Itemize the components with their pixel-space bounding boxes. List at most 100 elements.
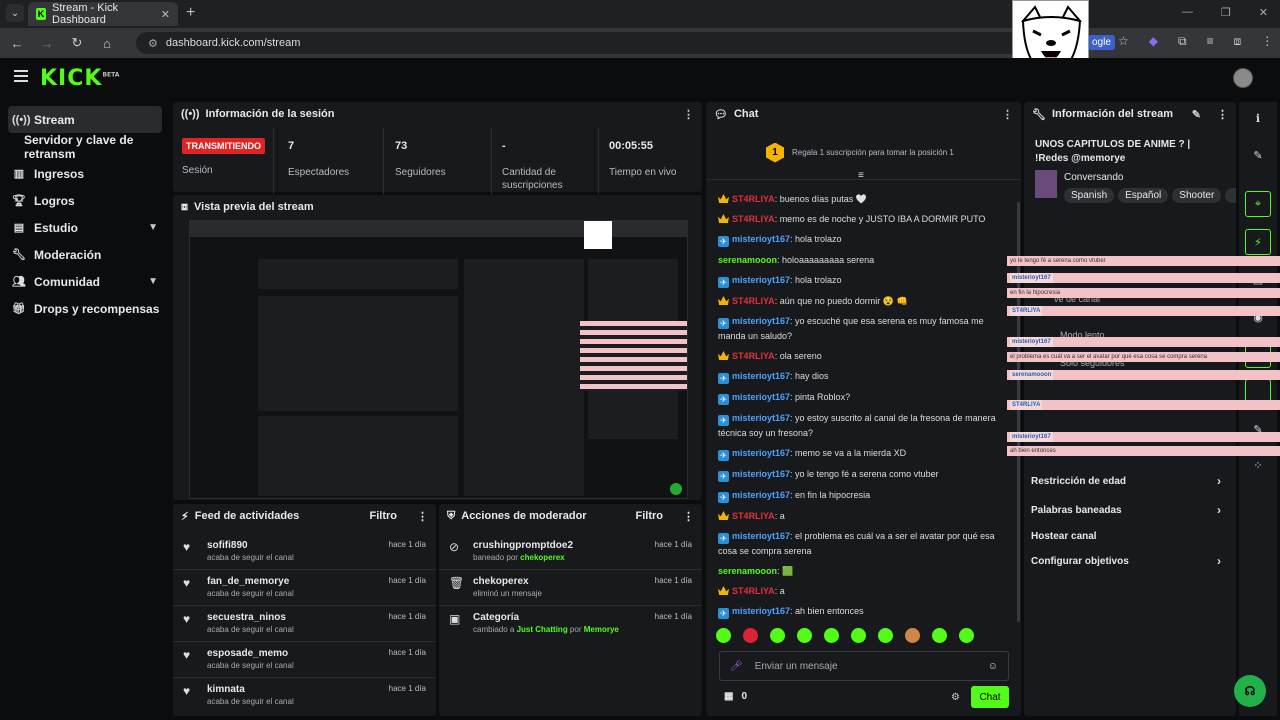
- sidebar-item-stream[interactable]: ((•)) Stream: [8, 106, 162, 133]
- extension-icon[interactable]: ◆: [1149, 34, 1158, 49]
- chat-input[interactable]: 🎤︎ Enviar un mensaje ☺: [719, 651, 1009, 681]
- chat-username[interactable]: misterioyt167: [732, 275, 790, 285]
- feed-header: ⚡︎ Feed de actividades Filtro ⋮: [173, 504, 436, 528]
- more-options-icon[interactable]: ⋮: [683, 108, 694, 121]
- more-options-icon[interactable]: ⋮: [1217, 108, 1228, 121]
- clip-icon[interactable]: ⌖: [1245, 191, 1271, 217]
- lightning-icon[interactable]: ⚡︎: [1245, 229, 1271, 255]
- chat-username[interactable]: ST4RLIYA: [732, 194, 775, 204]
- avatar[interactable]: [1233, 68, 1253, 88]
- emote-icon[interactable]: [959, 628, 974, 643]
- chat-username[interactable]: serenamooon: [718, 255, 777, 265]
- extension-chip[interactable]: ogle: [1088, 35, 1115, 50]
- kick-logo[interactable]: KICKBETA: [40, 66, 119, 91]
- edit-icon[interactable]: ✎: [1192, 108, 1201, 121]
- minimize-icon[interactable]: —: [1182, 6, 1193, 19]
- chat-username[interactable]: ST4RLIYA: [732, 586, 775, 596]
- emoji-icon[interactable]: ☺: [988, 661, 998, 672]
- send-chat-button[interactable]: Chat: [971, 686, 1009, 708]
- more-options-icon[interactable]: ⋮: [1002, 108, 1013, 121]
- reload-icon[interactable]: ↻: [70, 35, 84, 51]
- feed-username[interactable]: kimnata: [207, 684, 294, 695]
- emote-icon[interactable]: [797, 628, 812, 643]
- mod-category-value[interactable]: Just Chatting: [517, 625, 568, 634]
- url-field[interactable]: ⚙ dashboard.kick.com/stream: [136, 32, 1036, 54]
- sidebar-item-comunidad[interactable]: 👥︎ Comunidad ▼: [0, 268, 170, 295]
- hamburger-menu-icon[interactable]: [14, 70, 28, 82]
- chat-message: ✈ misterioyt167: el problema es cuál va a…: [706, 529, 1011, 558]
- chat-username[interactable]: misterioyt167: [732, 392, 790, 402]
- back-icon[interactable]: ←: [10, 36, 24, 51]
- emote-icon[interactable]: [770, 628, 785, 643]
- chat-username[interactable]: misterioyt167: [732, 490, 790, 500]
- settings-icon[interactable]: ⚙: [951, 692, 960, 703]
- new-tab-button[interactable]: +: [186, 4, 195, 22]
- sidebar-item-server-key[interactable]: Servidor y clave de retransm: [0, 133, 170, 161]
- filter-button[interactable]: Filtro: [636, 510, 664, 522]
- feed-list: ♥ sofifi890 acaba de seguir el canal hace 1…: [173, 534, 436, 714]
- sidebar-item-estudio[interactable]: ▤ Estudio ▼: [0, 214, 170, 241]
- chat-username[interactable]: misterioyt167: [732, 316, 790, 326]
- bookmark-star-icon[interactable]: ☆: [1118, 34, 1129, 49]
- menu-goals[interactable]: Configurar objetivos ›: [1031, 554, 1221, 568]
- reading-list-icon[interactable]: ≡: [1207, 34, 1214, 49]
- menu-icon[interactable]: ⋮: [1261, 34, 1273, 49]
- emote-icon[interactable]: [905, 628, 920, 643]
- home-icon[interactable]: ⌂: [100, 36, 114, 51]
- more-options-icon[interactable]: ⋮: [417, 510, 428, 523]
- more-options-icon[interactable]: ⋮: [683, 510, 694, 523]
- mod-username[interactable]: crushingpromptdoe2: [473, 540, 573, 551]
- emote-icon[interactable]: [851, 628, 866, 643]
- chat-username[interactable]: ST4RLIYA: [732, 214, 775, 224]
- support-chat-icon[interactable]: ☊: [1234, 675, 1266, 707]
- feed-username[interactable]: fan_de_memorye: [207, 576, 294, 587]
- forward-icon[interactable]: →: [40, 36, 54, 51]
- channel-points[interactable]: ▦ 0: [724, 691, 747, 702]
- emote-icon[interactable]: [932, 628, 947, 643]
- mod-by[interactable]: Memorye: [584, 625, 619, 634]
- pinned-toggle-icon[interactable]: ≡: [858, 170, 864, 181]
- microphone-icon[interactable]: 🎤︎: [730, 661, 743, 672]
- close-window-icon[interactable]: ✕: [1259, 6, 1268, 19]
- chat-username[interactable]: serenamooon: [718, 566, 777, 576]
- sidebar-item-logros[interactable]: 🏆︎ Logros: [0, 187, 170, 214]
- site-info-icon[interactable]: ⚙: [148, 37, 158, 50]
- chat-username[interactable]: misterioyt167: [732, 469, 790, 479]
- close-tab-icon[interactable]: ✕: [161, 8, 170, 21]
- tab-search-button[interactable]: ⌄: [6, 4, 24, 22]
- filter-button[interactable]: Filtro: [370, 510, 398, 522]
- chat-username[interactable]: misterioyt167: [732, 531, 790, 541]
- emote-icon[interactable]: [743, 628, 758, 643]
- menu-banned-words[interactable]: Palabras baneadas ›: [1031, 503, 1221, 517]
- browser-tab[interactable]: K Stream - Kick Dashboard ✕: [28, 2, 178, 26]
- sidebar-item-moderacion[interactable]: 🔧︎ Moderación: [0, 241, 170, 268]
- pencil-icon[interactable]: ✎: [1245, 142, 1271, 168]
- profile-icon[interactable]: ⧈: [1234, 34, 1242, 49]
- chat-username[interactable]: misterioyt167: [732, 413, 790, 423]
- info-icon[interactable]: ℹ: [1245, 105, 1271, 131]
- chat-username[interactable]: ST4RLIYA: [732, 296, 775, 306]
- menu-host-channel[interactable]: Hostear canal: [1031, 531, 1097, 542]
- stream-preview-video[interactable]: [189, 220, 688, 499]
- mod-by[interactable]: chekoperex: [520, 553, 564, 562]
- feed-username[interactable]: esposade_memo: [207, 648, 294, 659]
- chat-username[interactable]: misterioyt167: [732, 371, 790, 381]
- puzzle-icon[interactable]: ⧉: [1178, 34, 1187, 49]
- feed-username[interactable]: secuestra_ninos: [207, 612, 294, 623]
- vip-badge-icon: ✈: [718, 318, 729, 329]
- chat-username[interactable]: ST4RLIYA: [732, 511, 775, 521]
- chat-username[interactable]: misterioyt167: [732, 234, 790, 244]
- maximize-icon[interactable]: ❐: [1221, 6, 1231, 19]
- emote-icon[interactable]: [878, 628, 893, 643]
- mod-username[interactable]: chekoperex: [473, 576, 542, 587]
- stream-category[interactable]: Conversando: [1064, 172, 1123, 183]
- feed-username[interactable]: sofifi890: [207, 540, 294, 551]
- sidebar-item-drops[interactable]: 🎁︎ Drops y recompensas: [0, 295, 170, 322]
- menu-age-restriction[interactable]: Restricción de edad ›: [1031, 474, 1221, 488]
- emote-icon[interactable]: [716, 628, 731, 643]
- chat-username[interactable]: ST4RLIYA: [732, 351, 775, 361]
- chat-username[interactable]: misterioyt167: [732, 606, 790, 616]
- chat-username[interactable]: misterioyt167: [732, 448, 790, 458]
- emote-icon[interactable]: [824, 628, 839, 643]
- sidebar-item-ingresos[interactable]: ▥ Ingresos: [0, 160, 170, 187]
